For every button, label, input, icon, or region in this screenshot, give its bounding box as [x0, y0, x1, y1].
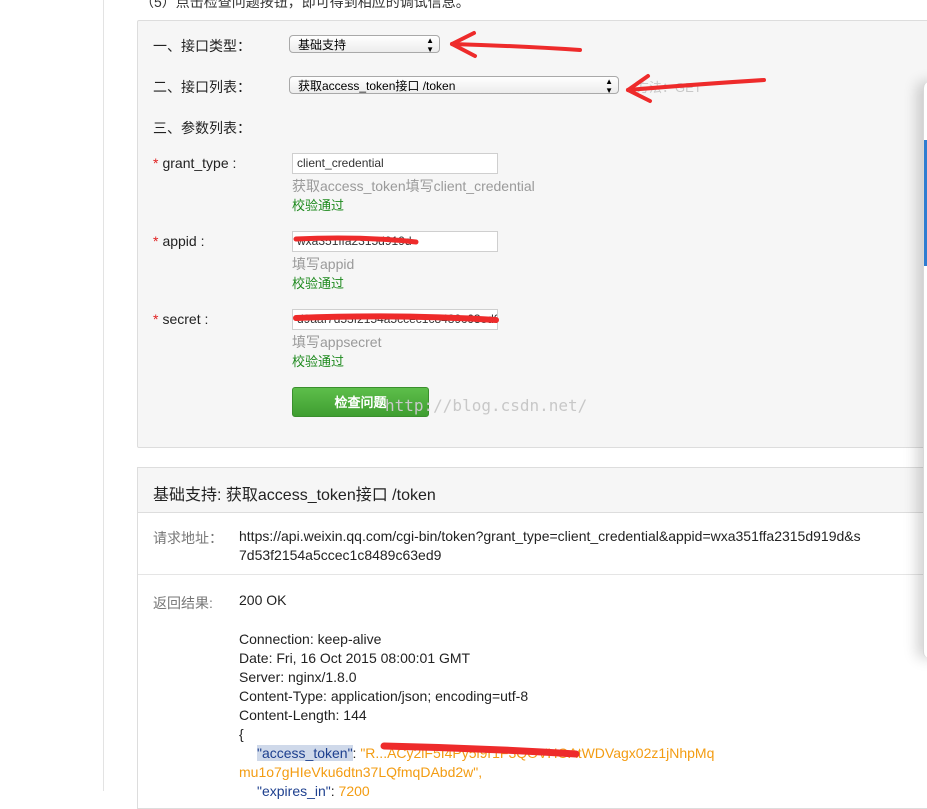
- required-mark: *: [153, 233, 159, 249]
- appid-input[interactable]: wxa351ffa2315d919d: [292, 231, 498, 252]
- watermark: http://blog.csdn.net/: [385, 396, 588, 415]
- interface-type-select[interactable]: 基础支持 ▲ ▼: [289, 35, 440, 54]
- json-value-expires-in: 7200: [338, 783, 370, 799]
- interface-type-label: 一、接口类型：: [153, 38, 251, 54]
- header-server: Server: nginx/1.8.0: [239, 669, 357, 685]
- json-key-expires-in: "expires_in": [257, 783, 331, 799]
- appid-validation: 校验通过: [292, 276, 345, 291]
- json-access-token-line: "access_token": "R...ACy2iF5I4Py5i9r1F3Q…: [257, 745, 715, 761]
- header-date: Date: Fri, 16 Oct 2015 08:00:01 GMT: [239, 650, 471, 666]
- request-url-line-2: 7d53f2154a5ccec1c8489c63ed9: [239, 547, 442, 563]
- result-title: 基础支持: 获取access_token接口 /token: [153, 487, 436, 504]
- header-content-type: Content-Type: application/json; encoding…: [239, 688, 529, 704]
- param-label-secret: * secret :: [153, 311, 209, 327]
- instruction-text: （5）点击检查问题按钮，即可得到相应的调试信息。: [140, 0, 470, 10]
- json-expires-line: "expires_in": 7200: [257, 783, 370, 799]
- result-panel: 基础支持: 获取access_token接口 /token 请求地址： http…: [137, 467, 927, 809]
- params-label: 三、参数列表：: [153, 120, 251, 136]
- required-mark: *: [153, 311, 159, 327]
- interface-list-selected: 获取access_token接口 /token: [298, 79, 456, 93]
- result-header: 基础支持: 获取access_token接口 /token: [138, 468, 927, 513]
- param-label-appid: * appid :: [153, 233, 205, 249]
- select-arrows-icon: ▲ ▼: [426, 36, 434, 54]
- secret-hint: 填写appsecret: [292, 334, 382, 350]
- request-url-line-1: https://api.weixin.qq.com/cgi-bin/token?…: [239, 528, 861, 544]
- json-open-brace: {: [239, 726, 244, 742]
- side-overlay-panel: [923, 82, 927, 658]
- status-line: 200 OK: [239, 592, 287, 608]
- grant-type-hint: 获取access_token填写client_credential: [292, 178, 535, 194]
- json-value-access-token: "R...ACy2iF5I4Py5i9r1F3QOVHOAtWDVagx02z1…: [360, 745, 715, 761]
- interface-list-label: 二、接口列表：: [153, 79, 251, 95]
- header-content-length: Content-Length: 144: [239, 707, 367, 723]
- request-url-label: 请求地址：: [153, 530, 223, 546]
- secret-validation: 校验通过: [292, 354, 345, 369]
- json-key-access-token: "access_token": [257, 745, 353, 761]
- required-mark: *: [153, 155, 159, 171]
- interface-type-selected: 基础支持: [298, 38, 347, 52]
- grant-type-input[interactable]: client_credential: [292, 153, 498, 174]
- interface-list-select[interactable]: 获取access_token接口 /token ▲ ▼: [289, 76, 619, 95]
- json-access-token-continued: mu1o7gHIeVku6dtn37LQfmqDAbd2w",: [239, 764, 483, 780]
- method-note: 方法：GET: [636, 80, 702, 95]
- page-left-border: [103, 0, 104, 791]
- header-connection: Connection: keep-alive: [239, 631, 382, 647]
- divider: [138, 574, 927, 575]
- return-result-label: 返回结果:: [153, 595, 213, 611]
- grant-type-validation: 校验通过: [292, 198, 345, 213]
- secret-input[interactable]: d9aaf7d53f2154a5ccec1c8489c63ed9: [292, 309, 498, 330]
- param-label-grant-type: * grant_type :: [153, 155, 237, 171]
- appid-hint: 填写appid: [292, 256, 355, 272]
- select-arrows-icon: ▲ ▼: [605, 77, 613, 95]
